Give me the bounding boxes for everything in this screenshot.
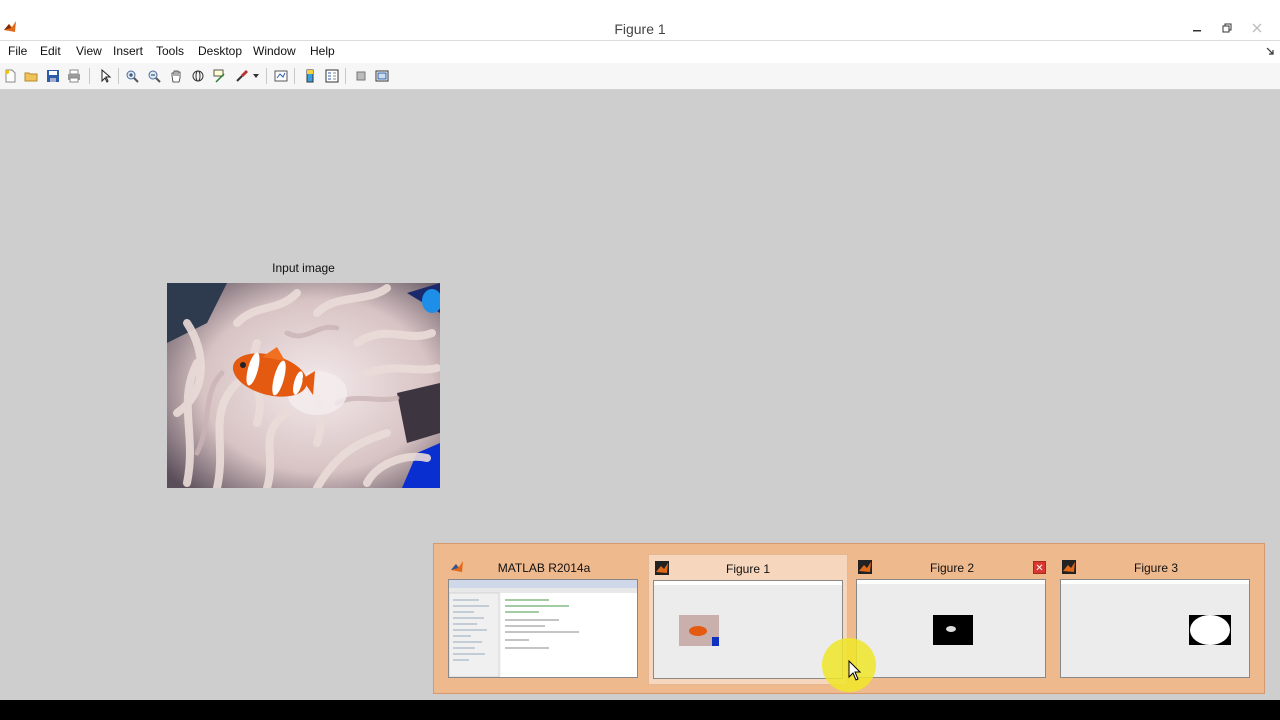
zoom-in-icon xyxy=(126,70,139,83)
close-icon xyxy=(1252,23,1262,33)
zoom-out-button[interactable] xyxy=(145,67,163,85)
save-icon xyxy=(47,70,59,82)
figure-toolbar xyxy=(0,63,1280,90)
dock-figure-icon[interactable] xyxy=(1266,47,1274,55)
taskbar-thumb-matlab[interactable]: MATLAB R2014a xyxy=(444,554,644,685)
input-image-axes[interactable] xyxy=(167,283,440,488)
hand-pan-icon xyxy=(171,70,181,83)
new-figure-button[interactable] xyxy=(1,67,19,85)
restore-button[interactable] xyxy=(1212,18,1242,38)
restore-icon xyxy=(1222,23,1232,33)
mouse-cursor-icon xyxy=(848,660,862,681)
menu-help[interactable]: Help xyxy=(310,44,335,58)
print-figure-button[interactable] xyxy=(65,67,83,85)
insert-legend-button[interactable] xyxy=(323,67,341,85)
window-title: Figure 1 xyxy=(614,21,666,37)
show-plot-tools-icon xyxy=(375,70,389,82)
show-plot-tools-button[interactable] xyxy=(373,67,391,85)
pan-button[interactable] xyxy=(167,67,185,85)
rotate-3d-icon xyxy=(192,70,204,82)
new-file-icon xyxy=(5,69,16,83)
brush-dropdown[interactable] xyxy=(251,67,261,85)
thumb-screen-figure-3 xyxy=(1060,579,1250,678)
menu-tools[interactable]: Tools xyxy=(156,44,184,58)
data-cursor-icon xyxy=(213,69,225,83)
toolbar-separator xyxy=(266,68,267,84)
figure-3-miniature xyxy=(1061,580,1249,677)
thumb-screen-matlab xyxy=(448,579,638,678)
matlab-figure-icon xyxy=(655,561,669,575)
print-icon xyxy=(68,69,80,83)
insert-colorbar-button[interactable] xyxy=(301,67,319,85)
minimize-icon xyxy=(1193,30,1201,32)
link-plot-button[interactable] xyxy=(272,67,290,85)
zoom-out-icon xyxy=(148,70,161,83)
data-cursor-button[interactable] xyxy=(211,67,229,85)
open-file-button[interactable] xyxy=(22,67,40,85)
taskbar-thumb-figure-3[interactable]: Figure 3 xyxy=(1056,554,1256,685)
zoom-in-button[interactable] xyxy=(123,67,141,85)
thumb-label: Figure 1 xyxy=(725,562,771,576)
taskbar-thumb-figure-2[interactable]: Figure 2 ✕ xyxy=(852,554,1052,685)
minimize-button[interactable] xyxy=(1182,18,1212,38)
thumb-screen-figure-1 xyxy=(653,580,843,679)
menu-window[interactable]: Window xyxy=(253,44,296,58)
toolbar-separator xyxy=(89,68,90,84)
menu-view[interactable]: View xyxy=(76,44,102,58)
pointer-arrow-icon xyxy=(101,69,112,83)
brush-icon xyxy=(236,69,249,82)
matlab-icon xyxy=(451,561,463,572)
thumb-label: Figure 3 xyxy=(1133,561,1179,575)
link-plot-icon xyxy=(274,70,288,82)
window-titlebar: Figure 1 xyxy=(0,0,1280,41)
close-button[interactable] xyxy=(1242,18,1272,38)
screen-bottom-edge xyxy=(0,700,1280,720)
chevron-down-icon xyxy=(253,74,259,78)
toolbar-separator xyxy=(345,68,346,84)
matlab-figure-icon xyxy=(858,560,872,574)
toolbar-separator xyxy=(294,68,295,84)
hide-plot-tools-icon xyxy=(356,71,366,81)
figure-2-miniature xyxy=(857,580,1045,677)
thumb-screen-figure-2 xyxy=(856,579,1046,678)
brush-button[interactable] xyxy=(233,67,251,85)
matlab-figure-icon xyxy=(1062,560,1076,574)
hide-plot-tools-button[interactable] xyxy=(352,67,370,85)
folder-open-icon xyxy=(24,72,38,82)
thumb-label: Figure 2 xyxy=(929,561,975,575)
taskbar-thumb-figure-1[interactable]: Figure 1 xyxy=(648,554,848,685)
figure-1-miniature xyxy=(654,581,842,678)
thumb-label: MATLAB R2014a xyxy=(497,561,591,575)
save-figure-button[interactable] xyxy=(44,67,62,85)
colorbar-icon xyxy=(306,69,314,83)
matlab-desktop-miniature xyxy=(449,580,637,677)
menu-edit[interactable]: Edit xyxy=(40,44,61,58)
menu-file[interactable]: File xyxy=(8,44,27,58)
thumb-close-button[interactable]: ✕ xyxy=(1033,561,1046,574)
menu-insert[interactable]: Insert xyxy=(113,44,143,58)
rotate-3d-button[interactable] xyxy=(189,67,207,85)
clownfish-anemone-image xyxy=(167,283,440,488)
window-controls xyxy=(1182,18,1272,38)
menu-desktop[interactable]: Desktop xyxy=(198,44,242,58)
legend-icon xyxy=(325,69,339,83)
menu-bar: File Edit View Insert Tools Desktop Wind… xyxy=(0,41,1280,63)
axes-title: Input image xyxy=(272,261,335,275)
edit-plot-button[interactable] xyxy=(96,67,114,85)
toolbar-separator xyxy=(118,68,119,84)
